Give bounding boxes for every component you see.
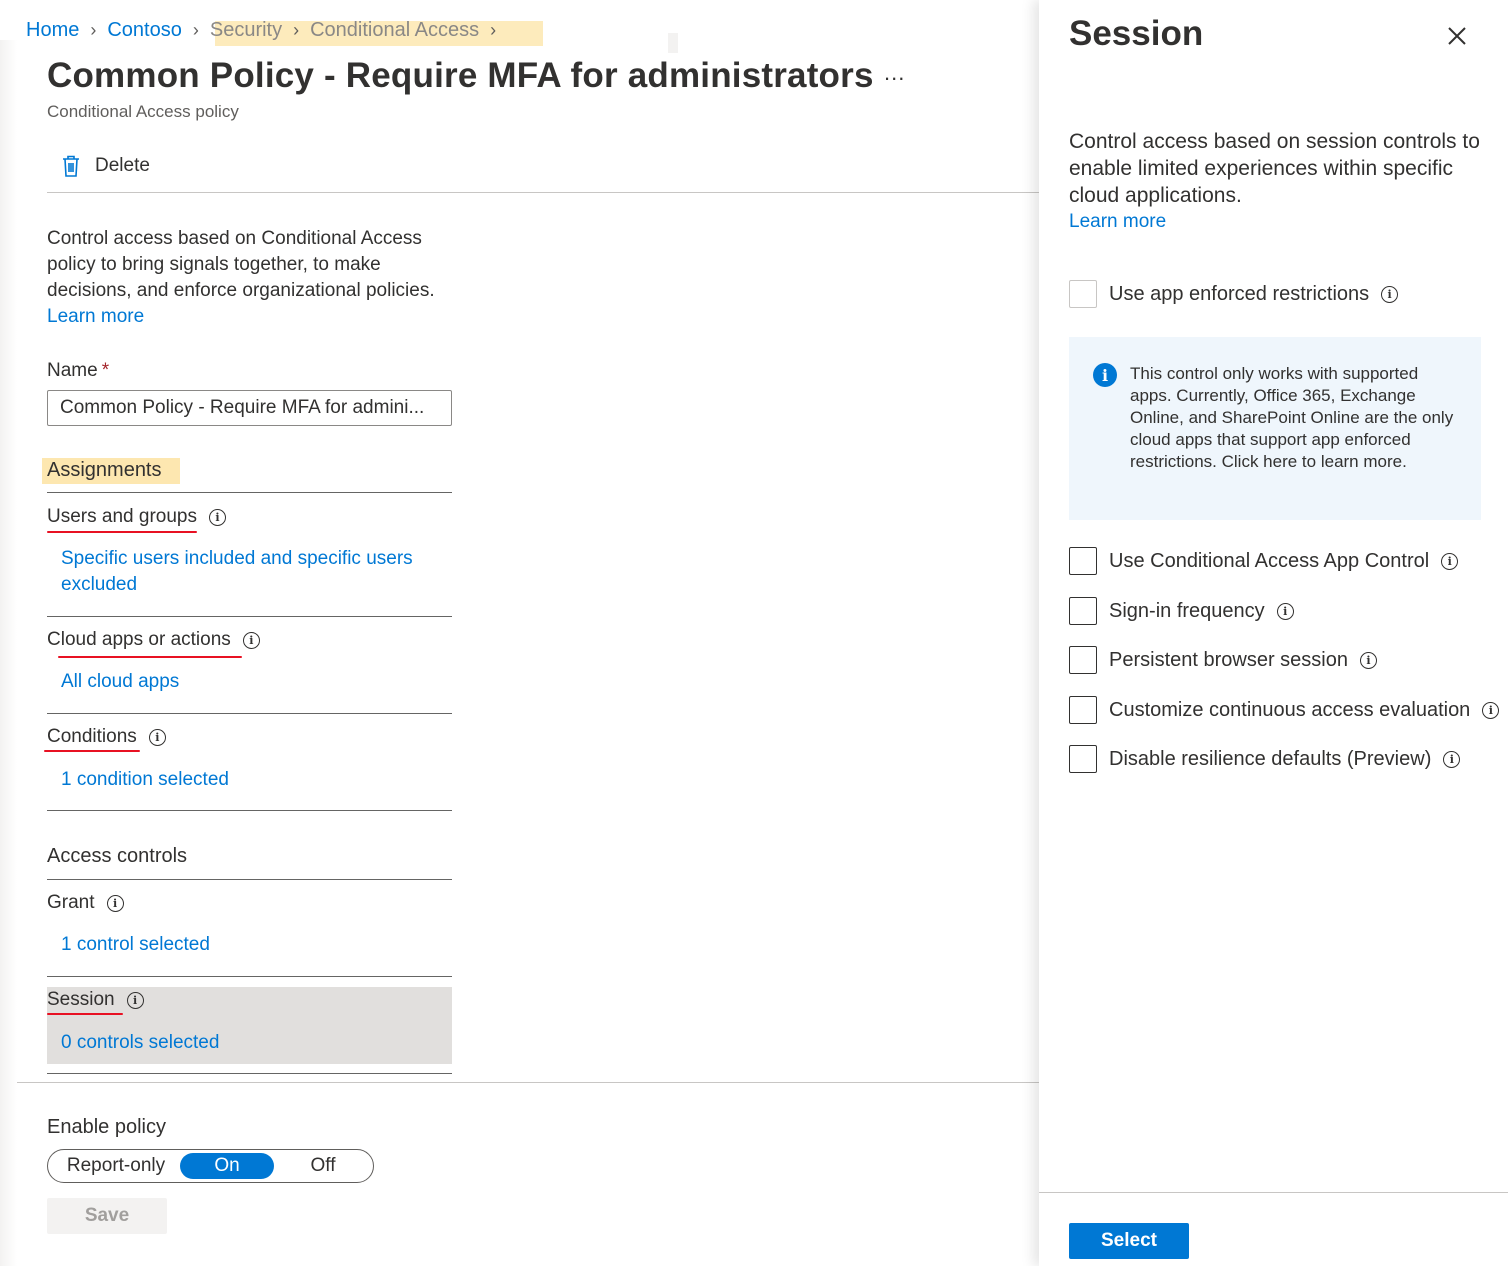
close-icon[interactable] [1443, 22, 1471, 50]
info-icon[interactable]: i [106, 894, 124, 912]
enable-policy-toggle: Report-only On Off [47, 1149, 374, 1183]
panel-title: Session [1069, 14, 1204, 53]
breadcrumb-conditional-access[interactable]: Conditional Access [310, 19, 479, 42]
info-icon[interactable]: i [1443, 750, 1461, 768]
option-on[interactable]: On [180, 1153, 274, 1179]
cloud-apps-label: Cloud apps or actions i [47, 629, 260, 651]
cloud-apps-text: Cloud apps or actions [47, 629, 231, 650]
name-label-text: Name [47, 360, 98, 381]
option-app-control: Use Conditional Access App Control i [1069, 547, 1459, 575]
users-and-groups-text: Users and groups [47, 506, 197, 527]
app-enforced-option: Use app enforced restrictions i [1069, 280, 1399, 308]
conditions-label: Conditions i [47, 726, 166, 748]
conditions-value[interactable]: 1 condition selected [61, 767, 441, 793]
chevron-right-icon: › [293, 19, 300, 40]
breadcrumb: Home › Contoso › Security › Conditional … [26, 16, 507, 44]
chevron-right-icon: › [90, 19, 97, 40]
info-icon[interactable]: i [1381, 285, 1399, 303]
option-off[interactable]: Off [274, 1155, 372, 1177]
panel-learn-more-link[interactable]: Learn more [1069, 208, 1166, 235]
chevron-right-icon: › [490, 19, 497, 40]
policy-description: Control access based on Conditional Acce… [47, 226, 452, 330]
assignments-heading: Assignments [47, 459, 162, 481]
continuous-access-label: Customize continuous access evaluation [1109, 698, 1471, 721]
panel-description: Control access based on session controls… [1069, 130, 1480, 207]
session-label: Session i [47, 989, 144, 1011]
resilience-defaults-checkbox[interactable] [1069, 745, 1097, 773]
sign-in-frequency-label: Sign-in frequency [1109, 599, 1265, 622]
enable-policy-label: Enable policy [47, 1116, 166, 1138]
info-icon[interactable]: i [208, 508, 226, 526]
breadcrumb-contoso[interactable]: Contoso [107, 19, 182, 42]
sign-in-frequency-checkbox[interactable] [1069, 597, 1097, 625]
name-input[interactable]: Common Policy - Require MFA for admini..… [47, 390, 452, 426]
info-icon[interactable]: i [1441, 552, 1459, 570]
info-message-box[interactable]: i This control only works with supported… [1069, 337, 1481, 520]
annotation-underline [47, 1013, 123, 1015]
breadcrumb-home[interactable]: Home [26, 19, 79, 42]
option-resilience-defaults: Disable resilience defaults (Preview) i [1069, 745, 1461, 773]
section-divider [47, 492, 452, 493]
panel-footer-divider [1039, 1192, 1508, 1193]
learn-more-link[interactable]: Learn more [47, 306, 144, 327]
description-text: Control access based on Conditional Acce… [47, 228, 435, 301]
app-enforced-label: Use app enforced restrictions [1109, 282, 1370, 305]
info-icon[interactable]: i [148, 728, 166, 746]
delete-label: Delete [95, 155, 150, 176]
annotation-underline [47, 531, 197, 533]
breadcrumb-security[interactable]: Security [210, 19, 282, 42]
info-icon[interactable]: i [1276, 602, 1294, 620]
session-text: Session [47, 989, 115, 1010]
select-button[interactable]: Select [1069, 1223, 1189, 1259]
session-panel: Session Control access based on session … [1039, 0, 1508, 1266]
page-subtitle: Conditional Access policy [47, 102, 239, 121]
users-and-groups-label: Users and groups i [47, 506, 226, 528]
option-report-only[interactable]: Report-only [48, 1155, 180, 1177]
grant-text: Grant [47, 892, 95, 913]
info-filled-icon: i [1093, 363, 1117, 387]
option-persistent-browser: Persistent browser session i [1069, 646, 1377, 674]
grant-value[interactable]: 1 control selected [61, 932, 441, 958]
section-divider [47, 976, 452, 977]
option-sign-in-frequency: Sign-in frequency i [1069, 597, 1294, 625]
section-divider [47, 879, 452, 880]
left-edge-shadow [0, 40, 17, 1266]
required-marker: * [101, 360, 110, 381]
trash-icon [63, 155, 79, 177]
cloud-apps-value[interactable]: All cloud apps [61, 669, 441, 695]
more-options-button[interactable]: ... [884, 60, 905, 86]
name-label: Name * [47, 360, 109, 382]
app-control-label: Use Conditional Access App Control [1109, 549, 1430, 572]
session-value[interactable]: 0 controls selected [61, 1030, 441, 1056]
page-title: Common Policy - Require MFA for administ… [47, 56, 874, 95]
delete-button[interactable]: Delete [47, 148, 150, 184]
section-divider [47, 1073, 452, 1074]
save-button[interactable]: Save [47, 1198, 167, 1234]
conditions-text: Conditions [47, 726, 137, 747]
toolbar-divider [47, 192, 1039, 193]
app-enforced-checkbox[interactable] [1069, 280, 1097, 308]
persistent-browser-label: Persistent browser session [1109, 648, 1348, 671]
info-icon[interactable]: i [242, 631, 260, 649]
annotation-underline [44, 750, 140, 752]
section-divider [47, 810, 452, 811]
option-continuous-access: Customize continuous access evaluation i [1069, 696, 1500, 724]
section-divider [47, 713, 452, 714]
annotation-underline [58, 656, 242, 658]
access-controls-heading: Access controls [47, 845, 188, 867]
info-icon[interactable]: i [126, 991, 144, 1009]
info-message-text: This control only works with supported a… [1130, 364, 1454, 471]
info-icon[interactable]: i [1482, 701, 1500, 719]
chevron-right-icon: › [192, 19, 199, 40]
info-icon[interactable]: i [1359, 651, 1377, 669]
footer-divider [17, 1082, 1039, 1083]
users-and-groups-value[interactable]: Specific users included and specific use… [61, 546, 441, 598]
divider-mark [668, 33, 678, 53]
persistent-browser-checkbox[interactable] [1069, 646, 1097, 674]
grant-label: Grant i [47, 892, 124, 914]
continuous-access-checkbox[interactable] [1069, 696, 1097, 724]
resilience-defaults-label: Disable resilience defaults (Preview) [1109, 747, 1432, 770]
app-control-checkbox[interactable] [1069, 547, 1097, 575]
section-divider [47, 616, 452, 617]
